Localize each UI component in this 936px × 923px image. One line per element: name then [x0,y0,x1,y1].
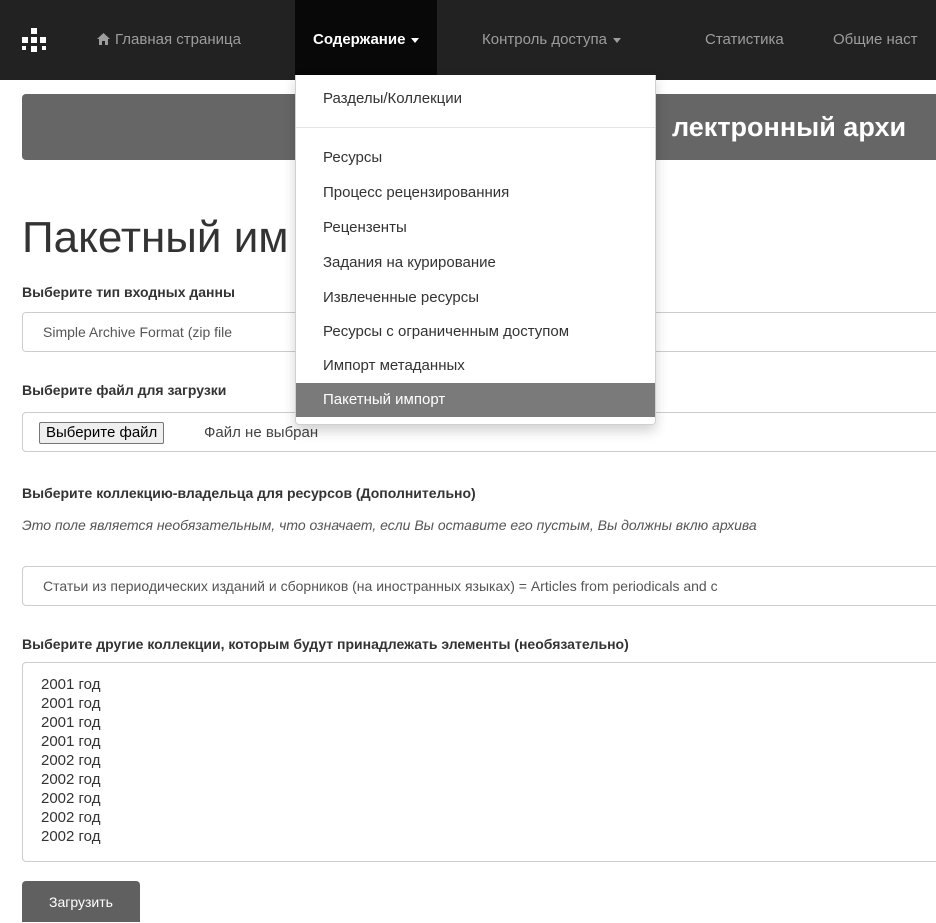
owner-collection-select[interactable]: Статьи из периодических изданий и сборни… [22,566,936,606]
caret-down-icon [612,37,621,43]
menu-item-restricted-resources[interactable]: Ресурсы с ограниченным доступом [296,315,655,349]
list-item[interactable]: 2001 год [23,713,936,732]
list-item[interactable]: 2002 год [23,770,936,789]
file-label: Выберите файл для загрузки [22,382,227,398]
caret-down-icon [411,37,420,43]
menu-item-batch-import[interactable]: Пакетный импорт [296,383,655,417]
list-item[interactable]: 2001 год [23,694,936,713]
menu-divider [296,127,655,128]
menu-item-resources[interactable]: Ресурсы [296,141,655,175]
top-navbar: Главная страница Содержание Контроль дос… [0,0,936,80]
list-item[interactable]: 2001 год [23,732,936,751]
nav-settings-label: Общие наст [833,31,918,48]
owner-collection-help: Это поле является необязательным, что оз… [22,517,757,533]
banner-title: лектронный архи [672,112,907,142]
other-collections-listbox[interactable]: 2001 год 2001 год 2001 год 2001 год 2002… [22,662,936,862]
logo-icon[interactable] [20,26,48,54]
nav-home-label: Главная страница [115,31,241,48]
page-title: Пакетный им [22,213,289,262]
upload-button[interactable]: Загрузить [22,881,140,922]
nav-access-control[interactable]: Контроль доступа [482,0,621,80]
nav-statistics-label: Статистика [705,31,784,48]
home-icon [96,2,111,82]
menu-item-metadata-import[interactable]: Импорт метаданных [296,349,655,383]
menu-item-reviewers[interactable]: Рецензенты [296,211,655,245]
content-dropdown-menu: Разделы/Коллекции Ресурсы Процесс реценз… [295,75,656,425]
other-collections-label: Выберите другие коллекции, которым будут… [22,636,629,652]
choose-file-button[interactable]: Выберите файл [39,422,165,444]
menu-item-curation-tasks[interactable]: Задания на курирование [296,246,655,280]
menu-item-withdrawn-resources[interactable]: Извлеченные ресурсы [296,281,655,315]
menu-item-sections-collections[interactable]: Разделы/Коллекции [296,82,655,116]
nav-content-label: Содержание [313,31,406,48]
list-item[interactable]: 2002 год [23,827,936,846]
nav-content[interactable]: Содержание [295,0,438,80]
nav-settings[interactable]: Общие наст [833,0,918,80]
list-item[interactable]: 2002 год [23,751,936,770]
input-type-label: Выберите тип входных данны [22,284,235,300]
nav-access-label: Контроль доступа [482,31,607,48]
menu-item-review-process[interactable]: Процесс рецензированния [296,176,655,210]
list-item[interactable]: 2002 год [23,808,936,827]
owner-collection-label: Выберите коллекцию-владельца для ресурсо… [22,485,476,501]
list-item[interactable]: 2001 год [23,675,936,694]
nav-home[interactable]: Главная страница [96,0,241,80]
list-item[interactable]: 2002 год [23,789,936,808]
nav-statistics[interactable]: Статистика [705,0,784,80]
input-type-value: Simple Archive Format (zip file [43,324,233,340]
owner-collection-value: Статьи из периодических изданий и сборни… [43,578,718,594]
